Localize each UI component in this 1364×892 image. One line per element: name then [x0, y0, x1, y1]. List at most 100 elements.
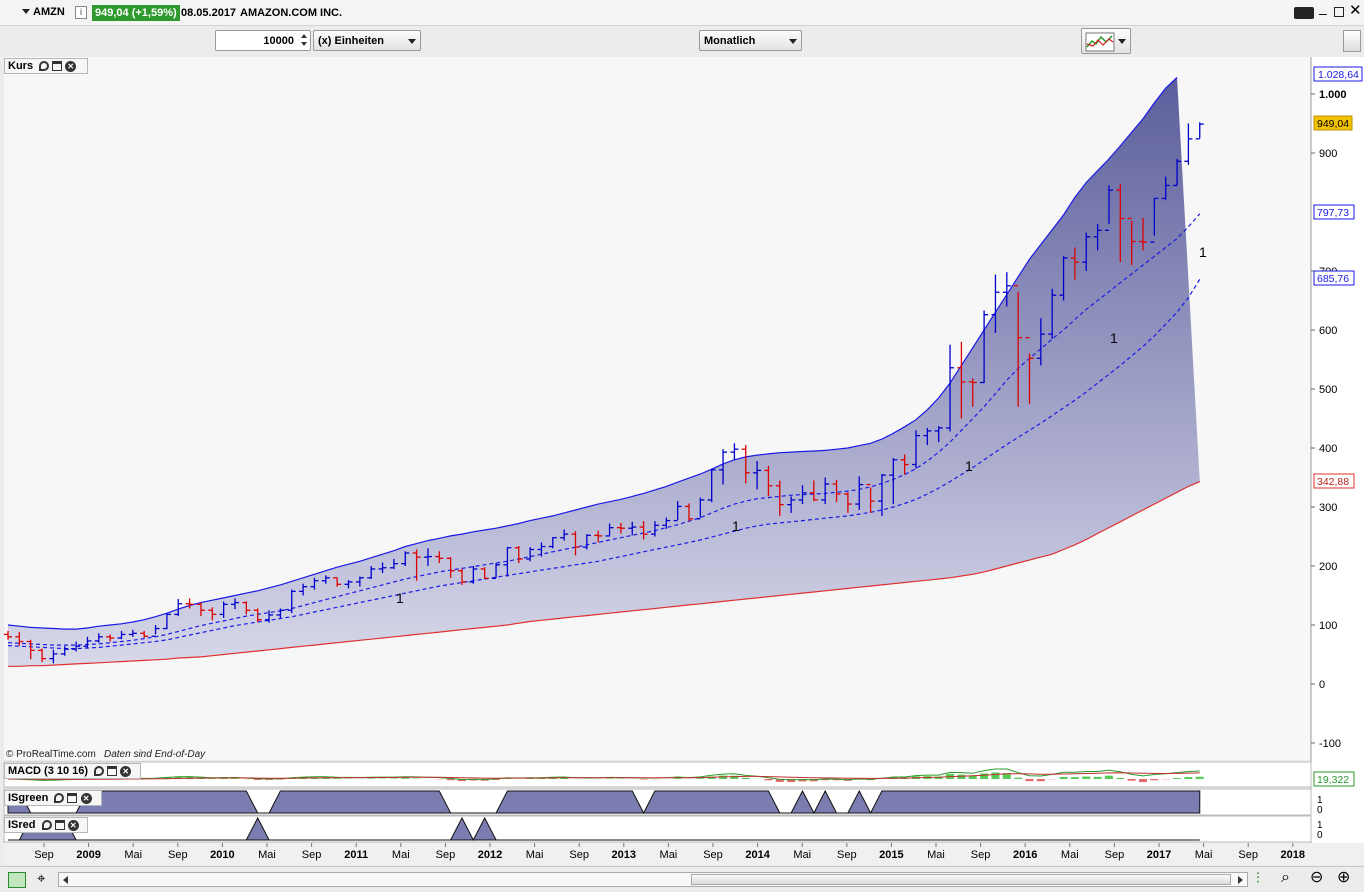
stepper-up-icon[interactable]	[301, 34, 307, 38]
scroll-left-icon[interactable]	[63, 876, 68, 884]
zoom-in-icon[interactable]: ⊕	[1337, 870, 1350, 886]
price-tag: 949,04	[1313, 115, 1353, 131]
window-icon[interactable]	[52, 61, 63, 72]
x-tick-label: Mai	[258, 849, 276, 861]
x-tick-label: Sep	[703, 849, 723, 861]
cursor-mode-icon[interactable]	[8, 872, 26, 888]
y-tick-label: 400	[1319, 443, 1337, 455]
x-tick-label: 2010	[210, 849, 234, 861]
zoom-area-icon[interactable]: ⌕	[1281, 870, 1290, 886]
unit-select[interactable]: (x) Einheiten	[313, 30, 421, 51]
mid-line-tag: 797,73	[1313, 204, 1355, 220]
indicator-button[interactable]	[1081, 28, 1131, 54]
x-tick-label: Sep	[971, 849, 991, 861]
keyboard-icon[interactable]	[1294, 7, 1314, 19]
macd-panel	[3, 761, 1312, 788]
chevron-down-icon	[408, 39, 416, 44]
instrument-name: AMAZON.COM INC.	[240, 7, 343, 19]
symbol-dropdown[interactable]: AMZN	[22, 6, 65, 18]
macd-histogram-bar	[333, 778, 342, 779]
annotation-label: 1	[396, 590, 404, 606]
x-tick-label: Sep	[1105, 849, 1125, 861]
isgreen-layer	[7, 789, 1201, 815]
x-tick-label: Mai	[927, 849, 945, 861]
chart-area[interactable]: 1.0009007006005004003002001000-100 Sep20…	[0, 57, 1364, 866]
macd-histogram-bar	[741, 777, 750, 779]
annotation-label: 1	[965, 458, 973, 474]
close-circle-icon[interactable]: ✕	[67, 819, 79, 831]
macd-histogram-bar	[1127, 779, 1136, 781]
isred-panel-title: ISred	[8, 819, 36, 831]
isred-panel	[3, 815, 1312, 843]
y-tick-label: 900	[1319, 148, 1337, 160]
annotation-label: 1	[732, 518, 740, 534]
close-circle-icon[interactable]: ✕	[80, 792, 92, 804]
y-tick-label: 0	[1319, 679, 1325, 691]
stepper-down-icon[interactable]	[301, 42, 307, 46]
macd-value-tag: 19,322	[1313, 771, 1355, 787]
y-tick-label: 100	[1319, 620, 1337, 632]
lower-band-tag: 342,88	[1313, 473, 1355, 489]
macd-panel-title: MACD (3 10 16)	[8, 765, 89, 777]
horizontal-scrollbar[interactable]	[58, 872, 1248, 887]
window-icon[interactable]	[54, 820, 65, 831]
period-select[interactable]: Monatlich	[699, 30, 802, 51]
isgreen-scale-bottom: 0	[1317, 805, 1323, 816]
x-tick-label: Mai	[392, 849, 410, 861]
copyright-text: © ProRealTime.com	[6, 749, 96, 760]
annotation-label: 1	[1199, 244, 1207, 260]
macd-histogram-bar	[673, 778, 682, 779]
wrench-icon[interactable]	[94, 766, 105, 777]
x-tick-label: Mai	[124, 849, 142, 861]
chevron-down-icon	[789, 39, 797, 44]
macd-histogram-bar	[1104, 775, 1113, 779]
unit-label: (x) Einheiten	[318, 35, 385, 47]
isgreen-panel-header: ISgreen ✕	[4, 790, 102, 806]
info-icon[interactable]: i	[75, 6, 87, 19]
x-tick-label: Sep	[837, 849, 857, 861]
x-tick-label: Mai	[660, 849, 678, 861]
close-circle-icon[interactable]: ✕	[65, 60, 77, 72]
caret-down-icon	[22, 8, 30, 14]
macd-histogram-bar	[1116, 777, 1125, 779]
window-icon[interactable]	[67, 793, 78, 804]
price-panel-title: Kurs	[8, 60, 34, 72]
macd-histogram-bar	[1082, 776, 1091, 779]
status-bar: ⌖ ⫶ ⌕ ⊖ ⊕	[0, 866, 1364, 892]
maximize-icon[interactable]	[1334, 7, 1344, 17]
macd-histogram-bar	[1025, 779, 1034, 782]
scroll-right-icon[interactable]	[1238, 876, 1243, 884]
macd-histogram-bar	[980, 773, 989, 779]
macd-histogram-bar	[219, 778, 228, 779]
wrench-icon[interactable]	[41, 820, 52, 831]
toolbar: 10000 (x) Einheiten Monatlich	[0, 27, 1364, 57]
scroll-thumb[interactable]	[691, 874, 1231, 885]
macd-histogram-bar	[1195, 776, 1204, 779]
macd-histogram-bar	[764, 779, 773, 781]
crosshair-icon[interactable]: ⌖	[37, 871, 45, 887]
y-tick-label: 600	[1319, 325, 1337, 337]
window-icon[interactable]	[107, 766, 118, 777]
indicator-chart-icon	[1085, 32, 1115, 52]
y-tick-label: 500	[1319, 384, 1337, 396]
x-tick-label: Sep	[1238, 849, 1258, 861]
chart-type-icon[interactable]: ⫶	[1256, 871, 1260, 887]
wrench-icon[interactable]	[39, 61, 50, 72]
x-tick-label: Sep	[168, 849, 188, 861]
minimize-icon[interactable]: –	[1319, 6, 1327, 20]
macd-histogram-bar	[1184, 777, 1193, 779]
data-note-text: Daten sind End-of-Day	[104, 749, 206, 760]
upper-band-value: 1.028,64	[1318, 69, 1359, 81]
quantity-spinner[interactable]: 10000	[215, 30, 311, 51]
close-icon[interactable]: ✕	[1349, 3, 1362, 19]
wrench-icon[interactable]	[54, 793, 65, 804]
price-panel-header: Kurs ✕	[4, 58, 88, 74]
lower-band-value: 342,88	[1317, 476, 1349, 488]
macd-histogram-bar	[1036, 779, 1045, 782]
zoom-out-icon[interactable]: ⊖	[1310, 870, 1323, 886]
isgreen-panel-title: ISgreen	[8, 792, 49, 804]
sidepanel-icon[interactable]	[1343, 30, 1361, 52]
close-circle-icon[interactable]: ✕	[120, 765, 132, 777]
x-tick-label: Sep	[34, 849, 54, 861]
quantity-value: 10000	[263, 35, 294, 47]
